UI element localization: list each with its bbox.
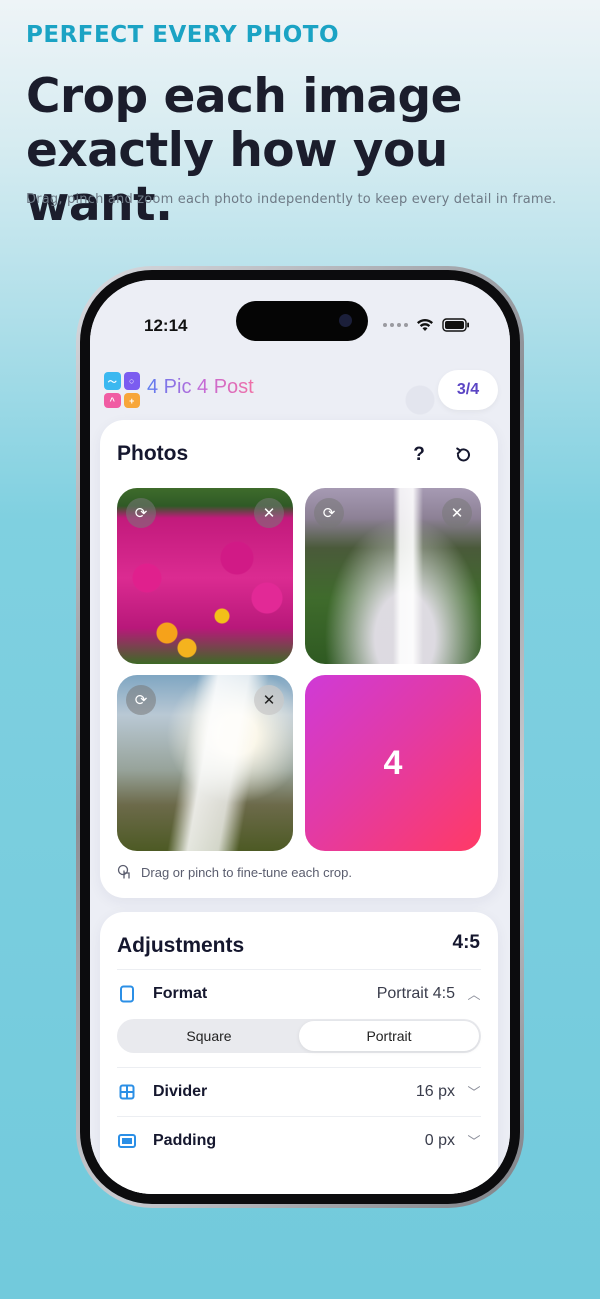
rotate-icon[interactable]: ⟳ bbox=[126, 498, 156, 528]
divider-row[interactable]: Divider 16 px ﹀ bbox=[117, 1067, 481, 1115]
divider-label: Divider bbox=[153, 1082, 208, 1100]
segment-portrait[interactable]: Portrait bbox=[299, 1021, 479, 1051]
grid-icon bbox=[117, 1082, 137, 1102]
padding-frame-icon bbox=[117, 1131, 137, 1151]
app-name: 4 Pic 4 Post bbox=[147, 376, 254, 398]
format-label: Format bbox=[153, 984, 208, 1002]
signal-dots-icon bbox=[383, 323, 408, 327]
photos-card: Photos ? ⟳ ✕ ⟳ ✕ ⟳ ✕ 4 Drag or pinch to … bbox=[100, 420, 498, 898]
reset-icon bbox=[456, 447, 470, 462]
app-logo-icon: 〜 ○ ^ + bbox=[104, 372, 140, 408]
hero-title-line-1: Crop each image bbox=[26, 69, 463, 124]
app-header: 〜 ○ ^ + 4 Pic 4 Post 3/4 bbox=[90, 358, 510, 418]
photo-tile-2[interactable]: ⟳ ✕ bbox=[305, 488, 481, 664]
rotate-icon[interactable]: ⟳ bbox=[126, 685, 156, 715]
phone-frame: 12:14 〜 ○ ^ + 4 Pic 4 Post 3/4 Photos ? … bbox=[76, 266, 524, 1208]
add-photo-tile[interactable]: 4 bbox=[305, 675, 481, 851]
photo-tile-1[interactable]: ⟳ ✕ bbox=[117, 488, 293, 664]
padding-value: 0 px bbox=[424, 1131, 455, 1149]
wifi-icon bbox=[417, 318, 433, 331]
adjustments-card: Adjustments 4:5 Format Portrait 4:5 ︿ Sq… bbox=[100, 912, 498, 1194]
remove-icon[interactable]: ✕ bbox=[254, 498, 284, 528]
remove-icon[interactable]: ✕ bbox=[254, 685, 284, 715]
hero-title: Crop each image exactly how you want. bbox=[26, 70, 600, 232]
hand-gesture-icon bbox=[117, 864, 130, 879]
status-bar: 12:14 bbox=[90, 280, 510, 360]
format-row[interactable]: Format Portrait 4:5 ︿ bbox=[117, 969, 481, 1017]
format-segmented-control[interactable]: Square Portrait bbox=[117, 1019, 481, 1053]
chevron-down-icon: ﹀ bbox=[467, 1134, 481, 1149]
padding-label: Padding bbox=[153, 1131, 217, 1149]
photos-title: Photos bbox=[117, 442, 189, 465]
remove-icon[interactable]: ✕ bbox=[442, 498, 472, 528]
reset-button[interactable] bbox=[448, 440, 478, 470]
segment-square[interactable]: Square bbox=[119, 1021, 299, 1051]
chevron-up-icon: ︿ bbox=[467, 987, 481, 1002]
crop-hint: Drag or pinch to fine-tune each crop. bbox=[117, 864, 352, 880]
portrait-frame-icon bbox=[117, 984, 137, 1004]
aspect-ratio-label: 4:5 bbox=[452, 932, 480, 953]
help-button[interactable]: ? bbox=[404, 440, 434, 470]
rotate-icon[interactable]: ⟳ bbox=[314, 498, 344, 528]
status-time: 12:14 bbox=[144, 316, 188, 335]
dynamic-island bbox=[236, 301, 368, 341]
hero-subtitle: Drag, pinch and zoom each photo independ… bbox=[26, 192, 557, 207]
padding-row[interactable]: Padding 0 px ﹀ bbox=[117, 1116, 481, 1164]
photo-counter-badge[interactable]: 3/4 bbox=[438, 370, 498, 410]
add-photo-slot-number: 4 bbox=[383, 743, 403, 782]
app-screen: 12:14 〜 ○ ^ + 4 Pic 4 Post 3/4 Photos ? … bbox=[90, 280, 510, 1194]
divider-value: 16 px bbox=[415, 1082, 455, 1100]
hero-title-line-2: exactly how you want. bbox=[26, 123, 448, 232]
adjustments-title: Adjustments bbox=[117, 934, 245, 957]
crop-hint-text: Drag or pinch to fine-tune each crop. bbox=[141, 864, 353, 880]
photo-tile-3[interactable]: ⟳ ✕ bbox=[117, 675, 293, 851]
chevron-down-icon: ﹀ bbox=[467, 1085, 481, 1100]
help-icon: ? bbox=[413, 444, 425, 465]
format-value: Portrait 4:5 bbox=[376, 984, 455, 1002]
battery-icon bbox=[442, 318, 469, 332]
hero-eyebrow: PERFECT EVERY PHOTO bbox=[26, 22, 340, 48]
